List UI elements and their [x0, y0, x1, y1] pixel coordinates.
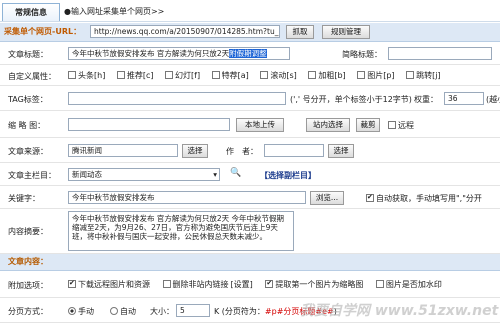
url-collect-bar: 采集单个网页-URL： http://news.qq.com/a/2015090… — [0, 23, 500, 42]
summary-row: 内容摘要： 今年中秋节放假安排发布 官方解读为何只放2天 今年中秋节假期缩减至2… — [0, 209, 500, 254]
weight-label: 权重： — [414, 95, 438, 104]
custom-attr-options: 头条[h] 推荐[c] 幻灯[f] 特荐[a] 滚动[s] 加粗[b] 图片[p… — [68, 70, 441, 81]
source-select-button[interactable]: 选择 — [182, 144, 208, 158]
column-row: 文章主栏目： 新闻动态 ▾ 🔍 【选择副栏目】 — [0, 163, 500, 186]
checkbox-icon[interactable] — [308, 71, 317, 79]
summary-textarea[interactable]: 今年中秋节放假安排发布 官方解读为何只放2天 今年中秋节假期缩减至2天，为9月2… — [68, 211, 294, 251]
options-row: 附加选项： 下载远程图片和资源 删除非站内链接[设置] 提取第一个图片为缩略图 … — [0, 271, 500, 298]
checkbox-icon[interactable] — [116, 71, 125, 79]
remove-links-option[interactable]: 删除非站内链接 [设置] — [162, 280, 253, 289]
weight-hint: (越小 — [486, 95, 500, 104]
checkbox-icon[interactable] — [388, 121, 396, 129]
checkbox-icon[interactable] — [68, 280, 76, 288]
checkbox-icon[interactable] — [265, 280, 274, 288]
column-label: 文章主栏目： — [8, 171, 56, 180]
checkbox-icon[interactable] — [375, 280, 384, 288]
page-size-input[interactable]: 5 — [176, 304, 210, 317]
attr-slide[interactable]: 幻灯[f] — [165, 71, 200, 80]
search-icon[interactable]: 🔍 — [230, 168, 241, 178]
thumbnail-input[interactable] — [68, 118, 230, 131]
tag-label: TAG标签： — [8, 95, 48, 104]
watermark-image-option[interactable]: 图片是否加水印 — [375, 280, 442, 289]
url-collect-label: 采集单个网页-URL： — [4, 27, 82, 36]
content-section-header: 文章内容： — [0, 254, 500, 271]
weight-input[interactable]: 36 — [444, 92, 484, 105]
source-row: 文章来源： 腾讯新闻 选择 作 者： 选择 — [0, 138, 500, 163]
options-list: 下载远程图片和资源 删除非站内链接[设置] 提取第一个图片为缩略图 图片是否加水… — [68, 279, 442, 290]
custom-attr-label: 自定义属性： — [8, 72, 56, 81]
tag-hint: (',' 号分开，单个标签小于12字节) — [290, 95, 412, 104]
source-label: 文章来源： — [8, 147, 48, 156]
title-label: 文章标题： — [8, 50, 48, 59]
radio-icon[interactable] — [68, 307, 76, 315]
tab-general-info[interactable]: 常规信息 — [2, 3, 60, 21]
download-remote-option[interactable]: 下载远程图片和资源 — [68, 280, 150, 289]
checkbox-icon[interactable] — [165, 71, 174, 79]
title-selected-text: 附假期调整 — [229, 49, 267, 58]
content-section-label: 文章内容： — [8, 257, 48, 266]
summary-label: 内容摘要： — [8, 227, 48, 236]
tag-input[interactable] — [68, 92, 286, 105]
title-row: 文章标题： 今年中秋节放假安排发布 官方解读为何只放2天附假期调整 简略标题： — [0, 42, 500, 65]
author-label: 作 者： — [226, 147, 258, 156]
remove-links-settings-link[interactable]: [设置] — [231, 280, 253, 289]
keyword-label: 关键字： — [8, 194, 40, 203]
thumbnail-row: 缩 略 图： 本地上传 站内选择 裁剪 远程 — [0, 111, 500, 138]
checkbox-icon[interactable] — [68, 71, 76, 79]
first-image-thumb-option[interactable]: 提取第一个图片为缩略图 — [265, 280, 363, 289]
tag-row: TAG标签： (',' 号分开，单个标签小于12字节) 权重： 36 (越小 — [0, 86, 500, 111]
tab-single-url-collect[interactable]: ●输入网址采集单个网页>> — [62, 3, 164, 20]
checkbox-icon[interactable] — [260, 71, 269, 79]
url-input[interactable]: http://news.qq.com/a/20150907/014285.htm… — [90, 25, 280, 38]
checkbox-icon[interactable] — [357, 71, 366, 79]
attr-special[interactable]: 特荐[a] — [211, 71, 249, 80]
author-select-button[interactable]: 选择 — [328, 144, 354, 158]
attr-jump[interactable]: 跳转[j] — [406, 71, 441, 80]
thumbnail-label: 缩 略 图： — [8, 121, 46, 130]
attr-recommend[interactable]: 推荐[c] — [116, 71, 154, 80]
attr-headline[interactable]: 头条[h] — [68, 71, 105, 80]
checkbox-icon[interactable] — [366, 194, 374, 202]
chevron-down-icon[interactable]: ▾ — [213, 169, 217, 180]
attr-picture[interactable]: 图片[p] — [357, 71, 395, 80]
fetch-button[interactable]: 抓取 — [286, 25, 314, 39]
checkbox-icon[interactable] — [211, 71, 220, 79]
title-text: 今年中秋节放假安排发布 官方解读为何只放2天 — [72, 49, 230, 58]
attr-scroll[interactable]: 滚动[s] — [260, 71, 297, 80]
keyword-row: 关键字： 今年中秋节放假安排发布 浏览... 自动获取，手动填写用","分开 — [0, 186, 500, 209]
short-title-input[interactable] — [388, 47, 492, 60]
remote-option[interactable]: 远程 — [388, 120, 414, 131]
auto-keyword-option[interactable]: 自动获取，手动填写用","分开 — [366, 193, 482, 204]
paging-manual-option[interactable]: 手动 — [68, 306, 94, 317]
rules-manage-button[interactable]: 规则管理 — [322, 25, 370, 39]
crop-button[interactable]: 裁剪 — [356, 118, 380, 132]
column-select[interactable]: 新闻动态 ▾ — [68, 168, 220, 181]
options-label: 附加选项： — [8, 281, 48, 290]
keyword-browse-button[interactable]: 浏览... — [310, 191, 344, 205]
radio-icon[interactable] — [110, 307, 118, 315]
source-input[interactable]: 腾讯新闻 — [68, 144, 178, 157]
title-input[interactable]: 今年中秋节放假安排发布 官方解读为何只放2天附假期调整 — [68, 47, 290, 60]
custom-attr-row: 自定义属性： 头条[h] 推荐[c] 幻灯[f] 特荐[a] 滚动[s] 加粗[… — [0, 65, 500, 86]
attr-bold[interactable]: 加粗[b] — [308, 71, 346, 80]
author-input[interactable] — [264, 144, 324, 157]
checkbox-icon[interactable] — [406, 71, 415, 79]
column-select-value: 新闻动态 — [72, 170, 102, 179]
paging-label: 分页方式： — [8, 307, 48, 316]
select-sub-column-link[interactable]: 【选择副栏目】 — [260, 170, 316, 181]
checkbox-icon[interactable] — [162, 280, 171, 288]
local-upload-button[interactable]: 本地上传 — [236, 118, 284, 132]
paging-auto-option[interactable]: 自动 — [110, 306, 136, 317]
site-watermark: 我要自学网 www.51zxw.net — [300, 303, 499, 319]
site-select-button[interactable]: 站内选择 — [306, 118, 350, 132]
keyword-input[interactable]: 今年中秋节放假安排发布 — [68, 191, 306, 204]
short-title-label: 简略标题： — [342, 50, 382, 59]
page-size-label: 大小： — [150, 307, 174, 316]
